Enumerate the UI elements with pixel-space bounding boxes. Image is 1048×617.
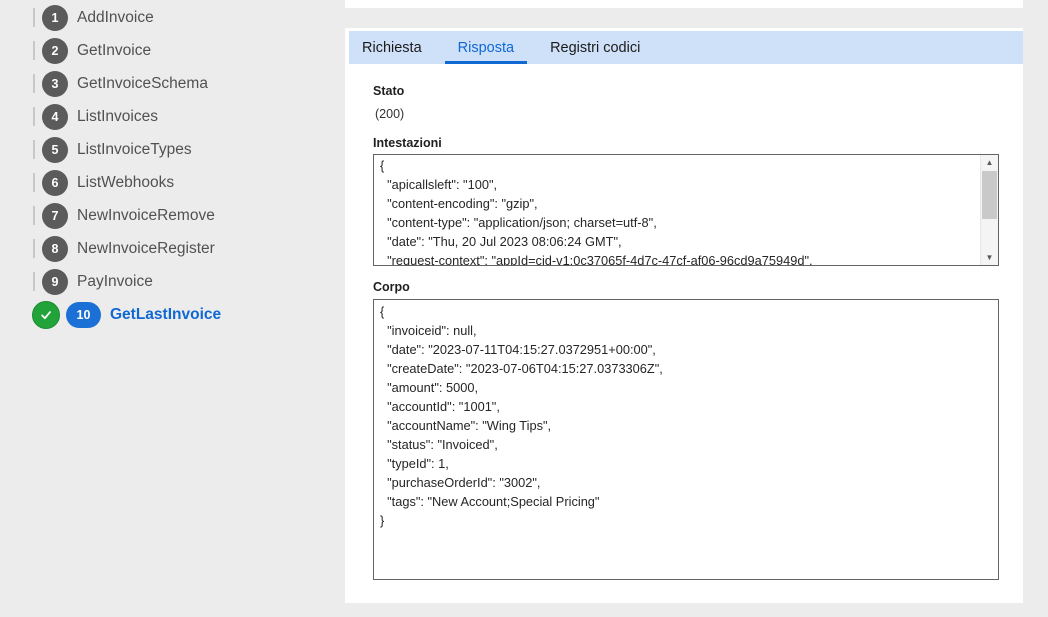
status-code-value: (200) <box>375 107 404 121</box>
operation-label[interactable]: GetLastInvoice <box>110 306 221 324</box>
sidebar-item-newinvoiceregister[interactable]: 8 NewInvoiceRegister <box>0 232 340 265</box>
headers-textarea[interactable]: { "apicallsleft": "100", "content-encodi… <box>374 155 981 265</box>
operation-label[interactable]: GetInvoice <box>77 42 151 60</box>
step-number-badge: 3 <box>42 71 68 97</box>
operation-checkbox[interactable] <box>33 240 35 258</box>
operation-label[interactable]: PayInvoice <box>77 273 153 291</box>
sidebar-item-addinvoice[interactable]: 1 AddInvoice <box>0 1 340 34</box>
operation-label[interactable]: AddInvoice <box>77 9 154 27</box>
headers-field: { "apicallsleft": "100", "content-encodi… <box>373 154 999 266</box>
triangle-up-icon[interactable]: ▲ <box>981 155 998 170</box>
operation-checkbox[interactable] <box>33 75 35 93</box>
step-number-badge: 6 <box>42 170 68 196</box>
tab-registri-codici[interactable]: Registri codici <box>537 31 653 64</box>
sidebar-item-listwebhooks[interactable]: 6 ListWebhooks <box>0 166 340 199</box>
sidebar-item-getinvoice[interactable]: 2 GetInvoice <box>0 34 340 67</box>
response-tabbar: Richiesta Risposta Registri codici <box>349 31 1023 64</box>
operation-checkbox[interactable] <box>33 42 35 60</box>
operation-checkbox[interactable] <box>33 207 35 225</box>
tab-label: Richiesta <box>362 40 422 56</box>
tab-risposta[interactable]: Risposta <box>445 31 527 64</box>
operation-label[interactable]: ListInvoiceTypes <box>77 141 192 159</box>
step-number-badge: 5 <box>42 137 68 163</box>
body-section-label: Corpo <box>373 280 410 294</box>
previous-card-edge <box>345 0 1023 8</box>
success-check-icon <box>32 301 60 329</box>
sidebar-item-payinvoice[interactable]: 9 PayInvoice <box>0 265 340 298</box>
tab-label: Registri codici <box>550 40 640 56</box>
test-panel-card: Richiesta Risposta Registri codici Stato… <box>345 28 1023 603</box>
sidebar-item-getinvoiceschema[interactable]: 3 GetInvoiceSchema <box>0 67 340 100</box>
operation-checkbox[interactable] <box>33 273 35 291</box>
body-textarea[interactable]: { "invoiceid": null, "date": "2023-07-11… <box>373 299 999 580</box>
operation-checkbox[interactable] <box>33 108 35 126</box>
step-number-badge: 2 <box>42 38 68 64</box>
step-number-badge: 9 <box>42 269 68 295</box>
step-number-badge: 10 <box>66 302 101 328</box>
operation-checkbox[interactable] <box>33 174 35 192</box>
scrollbar-thumb[interactable] <box>982 171 997 219</box>
operation-label[interactable]: ListInvoices <box>77 108 158 126</box>
operations-sidebar: 1 AddInvoice 2 GetInvoice 3 GetInvoiceSc… <box>0 1 340 331</box>
operation-label[interactable]: NewInvoiceRegister <box>77 240 215 258</box>
operation-label[interactable]: GetInvoiceSchema <box>77 75 208 93</box>
step-number-badge: 8 <box>42 236 68 262</box>
tab-label: Risposta <box>458 40 514 56</box>
headers-scrollbar[interactable]: ▲ ▼ <box>980 155 998 265</box>
operation-label[interactable]: ListWebhooks <box>77 174 174 192</box>
connector-test-page: { "sidebar": { "items": [ {"num": "1", "… <box>0 0 1048 617</box>
sidebar-item-listinvoicetypes[interactable]: 5 ListInvoiceTypes <box>0 133 340 166</box>
status-section-label: Stato <box>373 84 404 98</box>
sidebar-item-listinvoices[interactable]: 4 ListInvoices <box>0 100 340 133</box>
triangle-down-icon[interactable]: ▼ <box>981 250 998 265</box>
sidebar-item-newinvoiceremove[interactable]: 7 NewInvoiceRemove <box>0 199 340 232</box>
tab-richiesta[interactable]: Richiesta <box>349 31 435 64</box>
step-number-badge: 7 <box>42 203 68 229</box>
step-number-badge: 4 <box>42 104 68 130</box>
operation-label[interactable]: NewInvoiceRemove <box>77 207 215 225</box>
operation-checkbox[interactable] <box>33 9 35 27</box>
headers-section-label: Intestazioni <box>373 136 442 150</box>
sidebar-item-getlastinvoice[interactable]: 10 GetLastInvoice <box>0 298 340 331</box>
operation-checkbox[interactable] <box>33 141 35 159</box>
step-number-badge: 1 <box>42 5 68 31</box>
